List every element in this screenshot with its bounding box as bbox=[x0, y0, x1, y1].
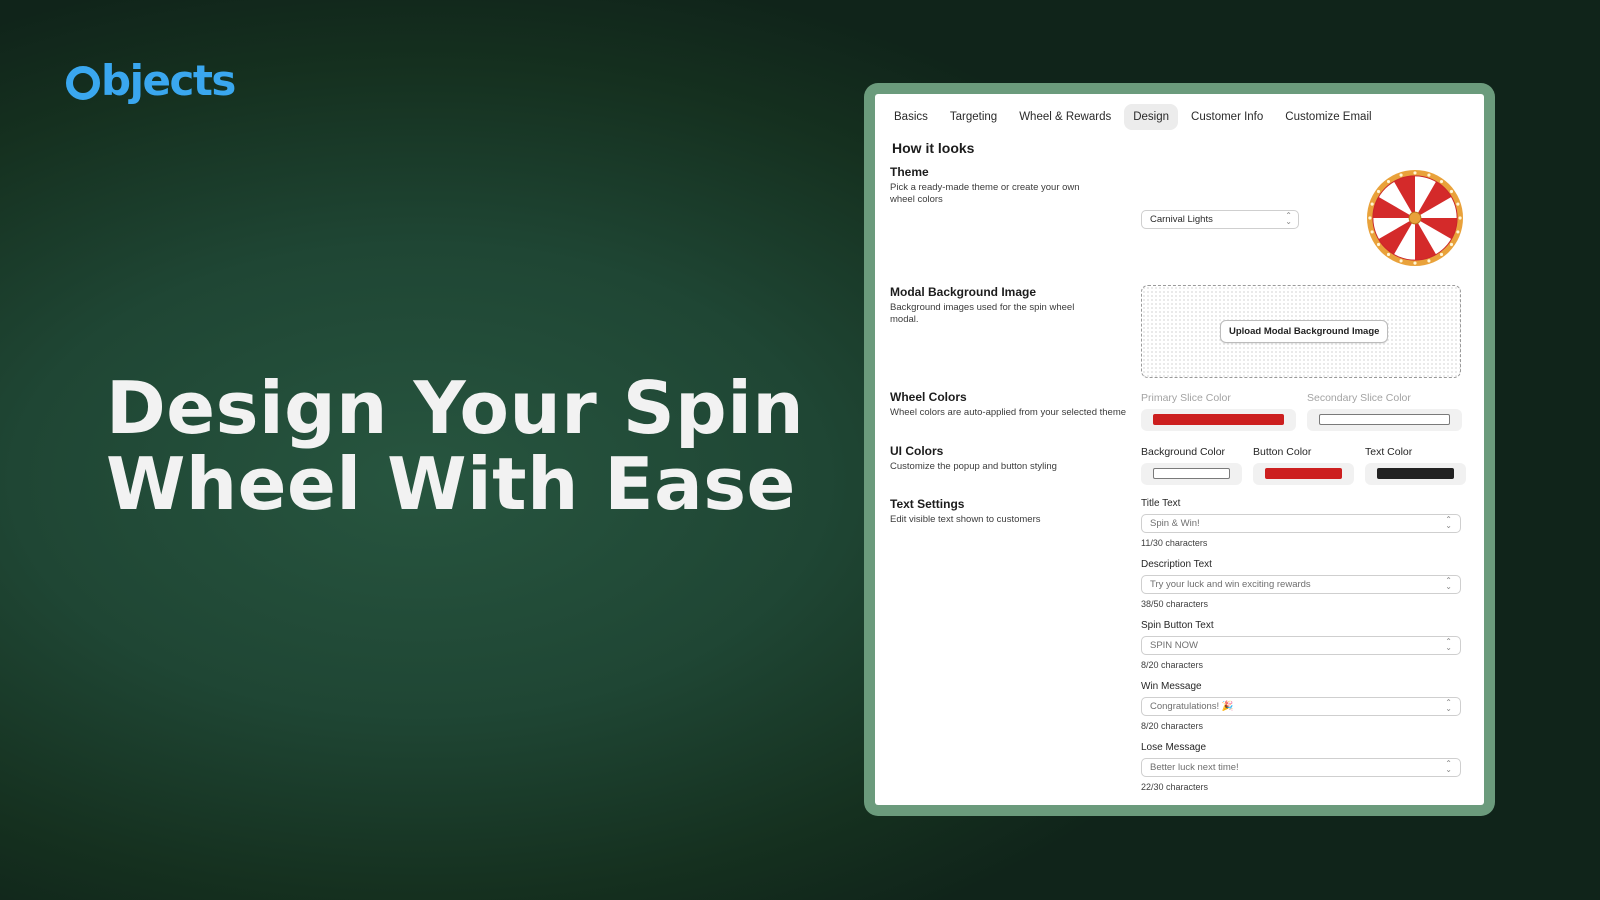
wheel-bulb bbox=[1458, 216, 1462, 220]
text-color-fill bbox=[1377, 468, 1454, 479]
wheel-bulb bbox=[1456, 202, 1460, 206]
spin-button-text-input[interactable]: SPIN NOW ⌃ ⌄ bbox=[1141, 636, 1461, 655]
wheel-bulb bbox=[1449, 189, 1454, 194]
hero-heading: Design Your Spin Wheel With Ease bbox=[106, 370, 806, 522]
chevron-updown-icon: ⌃ ⌄ bbox=[1285, 211, 1292, 226]
lose-message-value: Better luck next time! bbox=[1150, 762, 1239, 773]
title-text-input[interactable]: Spin & Win! ⌃ ⌄ bbox=[1141, 514, 1461, 533]
ui-colors-desc: Customize the popup and button styling bbox=[890, 461, 1057, 472]
design-settings-panel: Basics Targeting Wheel & Rewards Design … bbox=[875, 94, 1484, 805]
upload-background-button[interactable]: Upload Modal Background Image bbox=[1220, 320, 1389, 343]
background-image-desc: Background images used for the spin whee… bbox=[890, 302, 1075, 325]
tab-design[interactable]: Design bbox=[1124, 104, 1179, 130]
wheel-bulb bbox=[1370, 202, 1374, 206]
logo-text: bjects bbox=[101, 56, 236, 105]
background-image-label-group: Modal Background Image Background images… bbox=[890, 285, 1130, 326]
brand-logo: bjects bbox=[66, 56, 236, 105]
chevron-updown-icon: ⌃ ⌄ bbox=[1445, 637, 1452, 652]
wheel-bulb bbox=[1413, 171, 1417, 175]
wheel-bulb bbox=[1386, 252, 1391, 257]
win-message-count: 8/20 characters bbox=[1141, 721, 1204, 731]
background-color-swatch[interactable] bbox=[1141, 463, 1242, 485]
wheel-bulb bbox=[1449, 242, 1454, 247]
wheel-bulb bbox=[1376, 242, 1381, 247]
hero-line-2: Wheel With Ease bbox=[106, 442, 796, 526]
primary-slice-color-fill bbox=[1153, 414, 1284, 425]
description-text-label: Description Text bbox=[1141, 559, 1212, 570]
button-color-swatch[interactable] bbox=[1253, 463, 1354, 485]
wheel-bulb bbox=[1439, 179, 1444, 184]
theme-select-value: Carnival Lights bbox=[1150, 214, 1213, 225]
title-text-value: Spin & Win! bbox=[1150, 518, 1200, 529]
wheel-bulb bbox=[1439, 252, 1444, 257]
theme-select[interactable]: Carnival Lights ⌃ ⌄ bbox=[1141, 210, 1299, 229]
description-text-value: Try your luck and win exciting rewards bbox=[1150, 579, 1311, 590]
background-color-label: Background Color bbox=[1141, 446, 1226, 458]
tab-targeting[interactable]: Targeting bbox=[941, 104, 1006, 130]
tab-basics[interactable]: Basics bbox=[885, 104, 937, 130]
theme-desc: Pick a ready-made theme or create your o… bbox=[890, 182, 1080, 205]
primary-slice-color-swatch[interactable] bbox=[1141, 409, 1296, 431]
secondary-slice-color-fill bbox=[1319, 414, 1450, 425]
wheel-bulb bbox=[1370, 230, 1374, 234]
tab-wheel-rewards[interactable]: Wheel & Rewards bbox=[1010, 104, 1120, 130]
spin-button-text-value: SPIN NOW bbox=[1150, 640, 1199, 651]
wheel-colors-title: Wheel Colors bbox=[890, 390, 967, 404]
wheel-colors-label-group: Wheel Colors Wheel colors are auto-appli… bbox=[890, 390, 1130, 419]
text-color-swatch[interactable] bbox=[1365, 463, 1466, 485]
wheel-bulb bbox=[1427, 173, 1431, 177]
app-screenshot-frame: Basics Targeting Wheel & Rewards Design … bbox=[864, 83, 1495, 816]
hero-line-1: Design Your Spin bbox=[106, 366, 805, 450]
wheel-bulb bbox=[1386, 179, 1391, 184]
spin-button-text-count: 8/20 characters bbox=[1141, 660, 1204, 670]
tab-customize-email[interactable]: Customize Email bbox=[1276, 104, 1380, 130]
wheel-bulb bbox=[1399, 173, 1403, 177]
ui-colors-label-group: UI Colors Customize the popup and button… bbox=[890, 444, 1130, 473]
title-text-label: Title Text bbox=[1141, 498, 1181, 509]
win-message-value: Congratulations! 🎉 bbox=[1150, 701, 1234, 712]
lose-message-count: 22/30 characters bbox=[1141, 782, 1209, 792]
background-image-title: Modal Background Image bbox=[890, 285, 1037, 299]
theme-title: Theme bbox=[890, 165, 929, 179]
title-text-count: 11/30 characters bbox=[1141, 538, 1208, 548]
background-image-dropzone[interactable]: Upload Modal Background Image bbox=[1141, 285, 1461, 378]
settings-tabs: Basics Targeting Wheel & Rewards Design … bbox=[885, 104, 1381, 130]
wheel-bulb bbox=[1427, 259, 1431, 263]
text-settings-desc: Edit visible text shown to customers bbox=[890, 514, 1041, 525]
background-color-fill bbox=[1153, 468, 1230, 479]
wheel-bulb bbox=[1456, 230, 1460, 234]
chevron-updown-icon: ⌃ ⌄ bbox=[1445, 698, 1452, 713]
text-settings-label-group: Text Settings Edit visible text shown to… bbox=[890, 497, 1130, 526]
chevron-updown-icon: ⌃ ⌄ bbox=[1445, 759, 1452, 774]
spin-wheel-preview-icon bbox=[1366, 169, 1464, 267]
ui-colors-title: UI Colors bbox=[890, 444, 944, 458]
wheel-bulb bbox=[1399, 259, 1403, 263]
button-color-fill bbox=[1265, 468, 1342, 479]
secondary-slice-color-label: Secondary Slice Color bbox=[1307, 392, 1411, 404]
lose-message-input[interactable]: Better luck next time! ⌃ ⌄ bbox=[1141, 758, 1461, 777]
wheel-colors-desc: Wheel colors are auto-applied from your … bbox=[890, 407, 1127, 418]
text-color-label: Text Color bbox=[1365, 446, 1413, 458]
lose-message-label: Lose Message bbox=[1141, 742, 1207, 753]
description-text-count: 38/50 characters bbox=[1141, 599, 1209, 609]
wheel-bulb bbox=[1376, 189, 1381, 194]
win-message-label: Win Message bbox=[1141, 681, 1202, 692]
wheel-bulb bbox=[1413, 261, 1417, 265]
description-text-input[interactable]: Try your luck and win exciting rewards ⌃… bbox=[1141, 575, 1461, 594]
wheel-bulb bbox=[1368, 216, 1372, 220]
text-settings-title: Text Settings bbox=[890, 497, 965, 511]
secondary-slice-color-swatch[interactable] bbox=[1307, 409, 1462, 431]
section-title: How it looks bbox=[892, 140, 975, 156]
win-message-input[interactable]: Congratulations! 🎉 ⌃ ⌄ bbox=[1141, 697, 1461, 716]
chevron-updown-icon: ⌃ ⌄ bbox=[1445, 515, 1452, 530]
button-color-label: Button Color bbox=[1253, 446, 1312, 458]
tab-customer-info[interactable]: Customer Info bbox=[1182, 104, 1272, 130]
spin-button-text-label: Spin Button Text bbox=[1141, 620, 1214, 631]
primary-slice-color-label: Primary Slice Color bbox=[1141, 392, 1231, 404]
logo-o-ring-icon bbox=[66, 66, 100, 100]
theme-label-group: Theme Pick a ready-made theme or create … bbox=[890, 165, 1130, 206]
chevron-updown-icon: ⌃ ⌄ bbox=[1445, 576, 1452, 591]
